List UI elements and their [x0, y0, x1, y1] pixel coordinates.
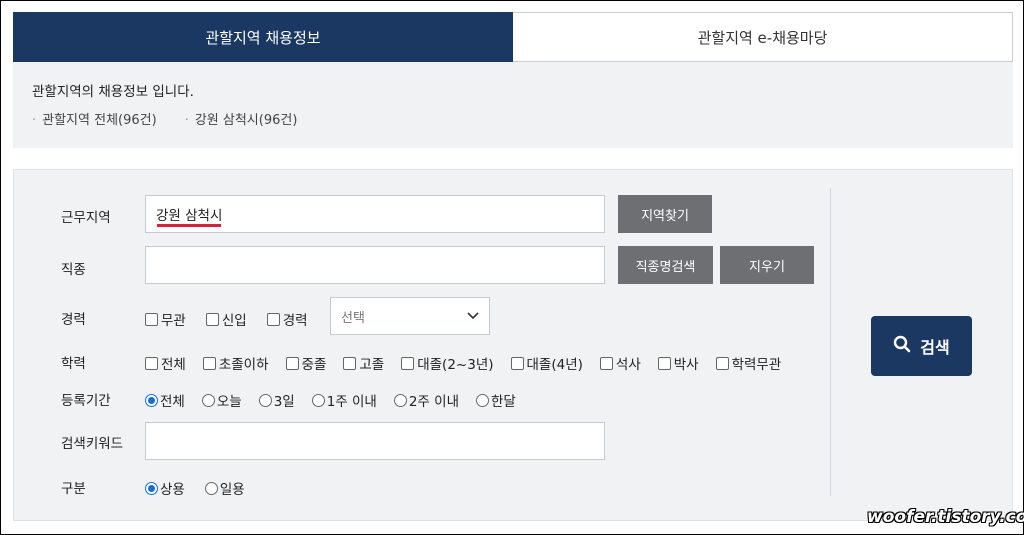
- keyword-input[interactable]: [145, 422, 605, 460]
- checkbox[interactable]: [401, 356, 415, 370]
- divider: [830, 188, 831, 496]
- type-label: 구분: [61, 481, 86, 497]
- period-option-3days[interactable]: 3일: [258, 390, 295, 410]
- region-input[interactable]: 강원 삼척시: [145, 195, 605, 233]
- checkbox[interactable]: [266, 312, 280, 326]
- education-options: 전체 초졸이하 중졸 고졸 대졸(2~3년) 대졸(4년) 석사 박사 학력무관: [145, 353, 781, 373]
- info-list: · 관할지역 전체(96건) · 강원 삼척시(96건): [32, 109, 994, 128]
- find-region-button[interactable]: 지역찾기: [618, 195, 712, 233]
- watermark-text: woofer.tistory.com: [867, 507, 1024, 527]
- search-icon: [893, 335, 920, 357]
- radio-button[interactable]: [311, 393, 325, 407]
- keyword-label: 검색키워드: [61, 436, 124, 452]
- job-search-button[interactable]: 직종명검색: [618, 246, 713, 284]
- region-label: 근무지역: [61, 210, 111, 226]
- chevron-down-icon: [467, 309, 479, 324]
- checkbox[interactable]: [285, 356, 299, 370]
- radio-button[interactable]: [145, 481, 158, 495]
- education-option-all[interactable]: 전체: [145, 353, 186, 373]
- career-option-experienced[interactable]: 경력: [266, 309, 308, 329]
- radio-button[interactable]: [258, 393, 272, 407]
- clear-button[interactable]: 지우기: [720, 246, 814, 284]
- career-select[interactable]: 선택: [330, 297, 490, 335]
- tab-bar: 관할지역 채용정보 관할지역 e-채용마당: [13, 12, 1013, 62]
- checkbox[interactable]: [205, 312, 219, 326]
- period-options: 전체 오늘 3일 1주 이내 2주 이내 한달: [145, 390, 516, 410]
- education-option-irrelevant[interactable]: 학력무관: [715, 353, 781, 373]
- search-panel: 근무지역 강원 삼척시 지역찾기 직종 직종명검색 지우기 경력 무관 신입 경…: [13, 169, 1013, 521]
- tab-local-jobs[interactable]: 관할지역 채용정보: [13, 12, 513, 62]
- job-label: 직종: [61, 262, 86, 278]
- period-option-month[interactable]: 한달: [475, 390, 516, 410]
- info-item-region[interactable]: · 강원 삼척시(96건): [185, 109, 298, 128]
- checkbox[interactable]: [145, 356, 158, 370]
- checkbox[interactable]: [145, 312, 158, 326]
- bullet-icon: ·: [184, 113, 189, 128]
- career-options: 무관 신입 경력: [145, 309, 308, 329]
- checkbox[interactable]: [657, 356, 671, 370]
- period-option-2weeks[interactable]: 2주 이내: [393, 390, 459, 410]
- period-option-today[interactable]: 오늘: [201, 390, 242, 410]
- highlight-underline: [157, 224, 221, 227]
- education-option-elementary[interactable]: 초졸이하: [202, 353, 269, 373]
- type-options: 상용 일용: [145, 478, 245, 498]
- radio-button[interactable]: [145, 393, 158, 407]
- search-button[interactable]: 검색: [871, 316, 972, 376]
- job-input[interactable]: [145, 246, 605, 284]
- info-title: 관할지역의 채용정보 입니다.: [32, 84, 194, 100]
- education-label: 학력: [61, 356, 86, 372]
- bullet-icon: ·: [32, 113, 37, 128]
- education-option-doctor[interactable]: 박사: [657, 353, 699, 373]
- education-option-college-2-3[interactable]: 대졸(2~3년): [401, 353, 494, 373]
- type-option-regular[interactable]: 상용: [145, 478, 185, 498]
- period-option-1week[interactable]: 1주 이내: [311, 390, 377, 410]
- education-option-college-4[interactable]: 대졸(4년): [510, 353, 583, 373]
- tab-local-e-jobs[interactable]: 관할지역 e-채용마당: [513, 12, 1013, 62]
- career-label: 경력: [61, 312, 86, 328]
- education-option-master[interactable]: 석사: [599, 353, 641, 373]
- checkbox[interactable]: [202, 356, 216, 370]
- info-box: 관할지역의 채용정보 입니다. · 관할지역 전체(96건) · 강원 삼척시(96…: [13, 62, 1013, 148]
- checkbox[interactable]: [599, 356, 613, 370]
- type-option-daily[interactable]: 일용: [204, 478, 245, 498]
- career-option-any[interactable]: 무관: [145, 309, 186, 329]
- checkbox[interactable]: [343, 356, 357, 370]
- education-option-high[interactable]: 고졸: [343, 353, 384, 373]
- career-option-new[interactable]: 신입: [205, 309, 247, 329]
- checkbox[interactable]: [510, 356, 524, 370]
- radio-button[interactable]: [201, 393, 215, 407]
- period-option-all[interactable]: 전체: [145, 390, 185, 410]
- radio-button[interactable]: [204, 481, 218, 495]
- radio-button[interactable]: [393, 393, 407, 407]
- period-label: 등록기간: [61, 393, 111, 409]
- education-option-middle[interactable]: 중졸: [285, 353, 326, 373]
- checkbox[interactable]: [715, 356, 729, 370]
- info-item-all[interactable]: · 관할지역 전체(96건): [32, 109, 157, 128]
- radio-button[interactable]: [475, 393, 489, 407]
